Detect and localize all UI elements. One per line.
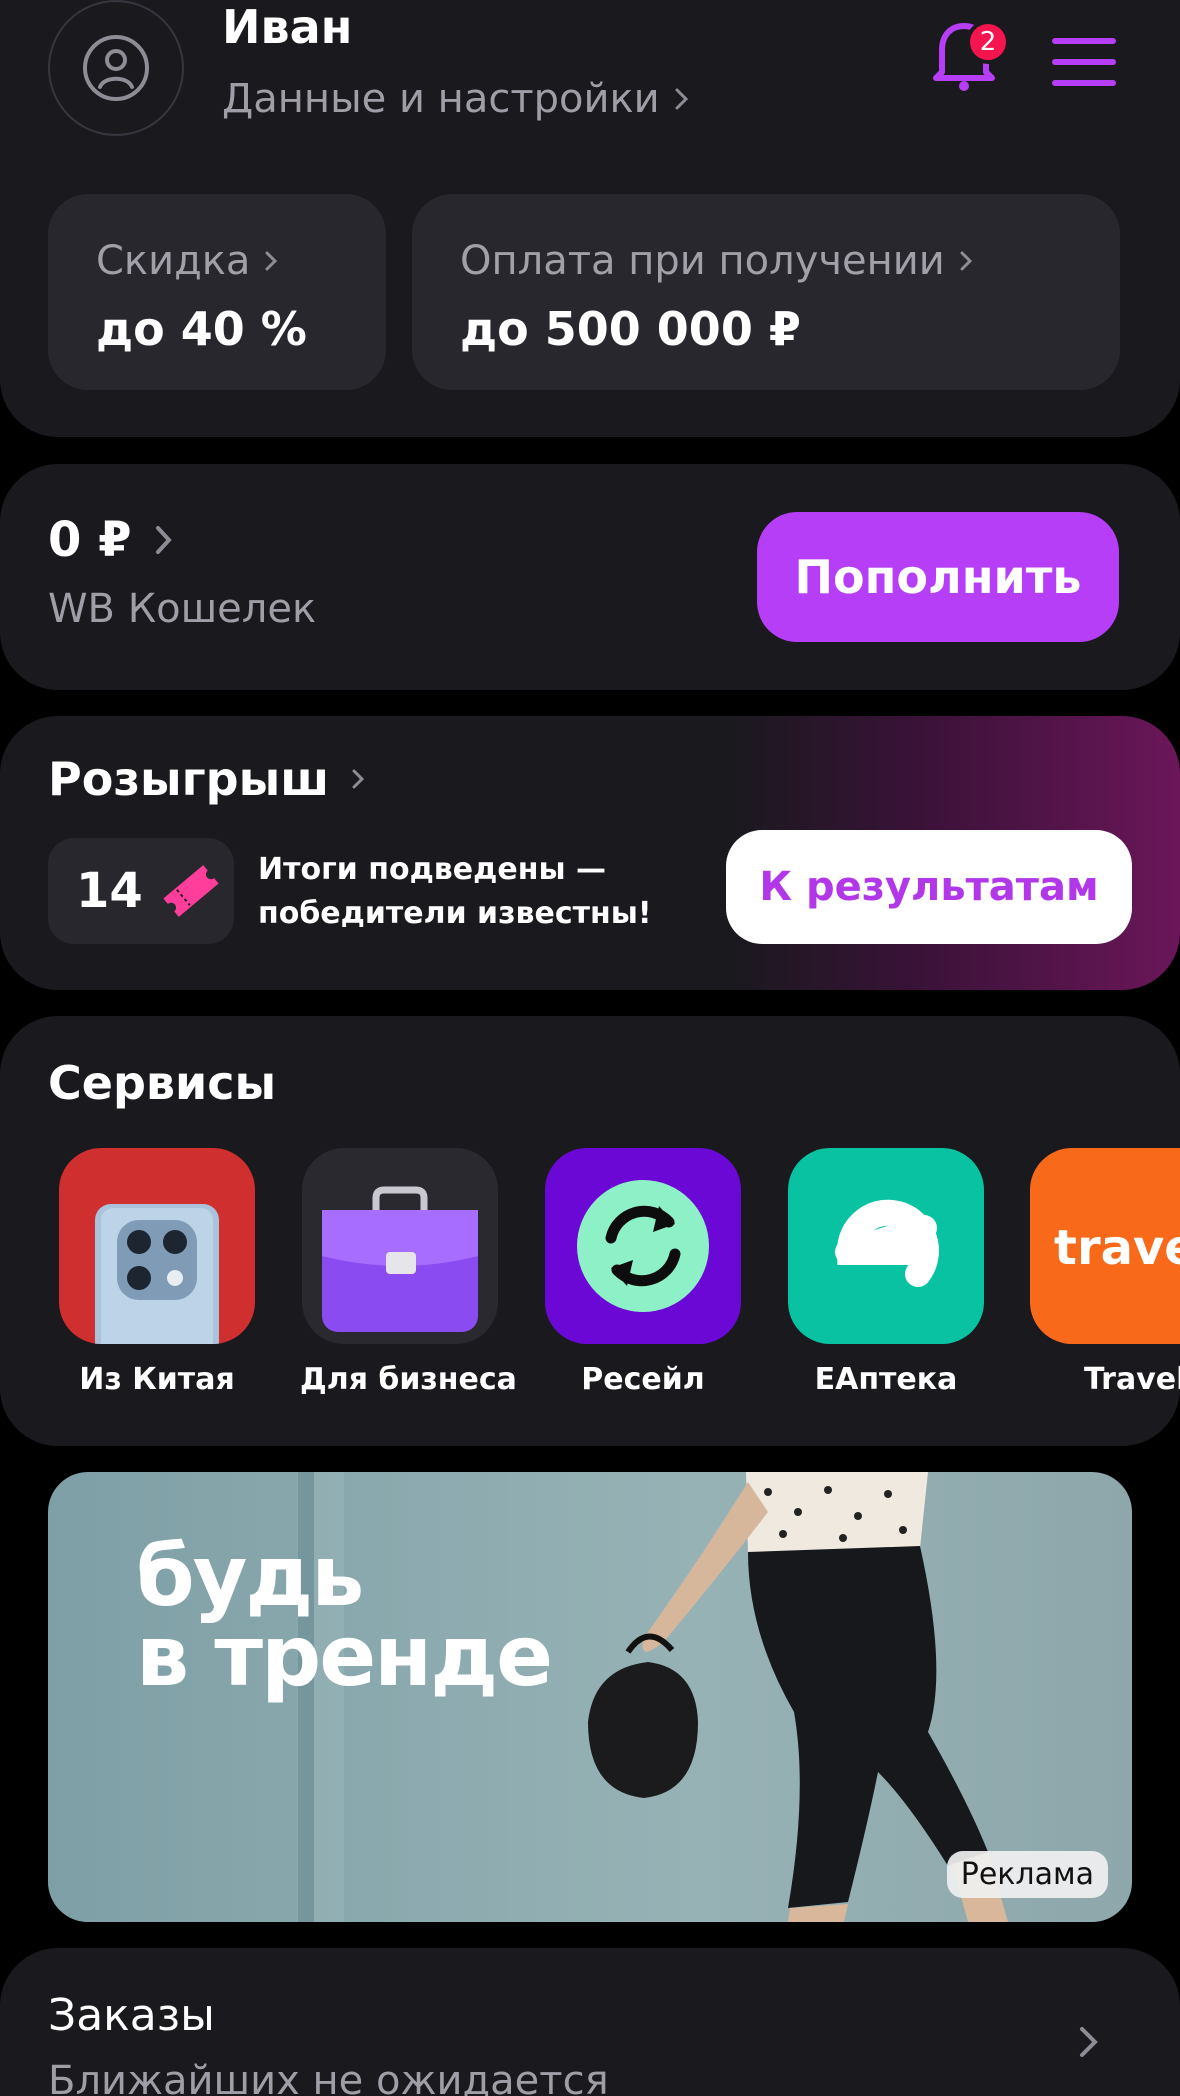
service-item-travel[interactable]: travel Travel: [1030, 1148, 1180, 1397]
e-logo-icon: [788, 1148, 984, 1344]
service-label: ЕАптека: [814, 1362, 958, 1397]
cod-limit-card[interactable]: Оплата при получении до 500 000 ₽: [412, 194, 1120, 390]
chevron-right-icon: [265, 251, 278, 271]
service-item-business[interactable]: Для бизнеса: [300, 1148, 517, 1397]
settings-link[interactable]: Данные и настройки: [222, 76, 690, 122]
service-item-china[interactable]: Из Китая: [57, 1148, 257, 1397]
orders-subtitle: Ближайших не ожидается: [48, 2058, 609, 2096]
topup-button[interactable]: Пополнить: [757, 512, 1119, 642]
ad-headline: будь в тренде: [136, 1527, 553, 1705]
ad-headline-line: в тренде: [136, 1607, 553, 1705]
chevron-right-icon: [675, 88, 688, 110]
travel-logo-icon: travel: [1030, 1148, 1180, 1344]
discount-label-row: Скидка: [96, 238, 278, 284]
wallet-label: WB Кошелек: [48, 586, 317, 632]
orders-card[interactable]: Заказы Ближайших не ожидается: [0, 1948, 1180, 2096]
raffle-title-link[interactable]: Розыгрыш: [48, 752, 365, 806]
wallet-card: 0 ₽ WB Кошелек Пополнить: [0, 464, 1180, 690]
exchange-icon: [545, 1148, 741, 1344]
wallet-balance: 0 ₽: [48, 512, 132, 568]
wallet-balance-link[interactable]: 0 ₽: [48, 512, 174, 568]
phone-icon: [59, 1148, 255, 1344]
ticket-counter: 14: [48, 838, 234, 944]
user-avatar-icon: [83, 35, 149, 101]
services-card: Сервисы Из Китая Для бизнеса Ресейл ЕАпт…: [0, 1016, 1180, 1446]
user-name: Иван: [222, 0, 353, 54]
discount-value: до 40 %: [96, 302, 307, 356]
raffle-status-text: Итоги подведены — победители известны!: [258, 852, 652, 931]
ad-headline-line: будь: [136, 1527, 364, 1625]
raffle-title: Розыгрыш: [48, 752, 330, 806]
services-title: Сервисы: [48, 1056, 277, 1110]
menu-icon[interactable]: [1052, 36, 1116, 88]
discount-card[interactable]: Скидка до 40 %: [48, 194, 386, 390]
chevron-right-icon: [352, 769, 365, 789]
briefcase-icon: [302, 1148, 498, 1344]
chevron-right-icon: [960, 251, 972, 271]
profile-card: Иван Данные и настройки 2 Скидка до 40 %…: [0, 0, 1180, 437]
travel-logo-text: travel: [1054, 1220, 1180, 1276]
ticket-icon: [163, 865, 219, 917]
results-button[interactable]: К результатам: [726, 830, 1132, 944]
discount-label: Скидка: [96, 238, 251, 284]
ticket-count: 14: [76, 863, 143, 919]
avatar[interactable]: [48, 0, 184, 136]
raffle-card: Розыгрыш 14 Итоги подведены — победители…: [0, 716, 1180, 990]
notification-badge: 2: [966, 20, 1010, 64]
service-label: Ресейл: [581, 1362, 705, 1397]
service-label: Из Китая: [79, 1362, 235, 1397]
ad-label: Реклама: [946, 1851, 1108, 1898]
settings-link-label: Данные и настройки: [222, 76, 660, 122]
service-item-resale[interactable]: Ресейл: [543, 1148, 743, 1397]
cod-value: до 500 000 ₽: [460, 302, 801, 356]
orders-title: Заказы: [48, 1990, 215, 2041]
service-label: Для бизнеса: [300, 1362, 517, 1397]
ad-banner[interactable]: будь в тренде Реклама: [48, 1472, 1132, 1922]
chevron-right-icon: [1080, 2027, 1098, 2057]
account-screen: Иван Данные и настройки 2 Скидка до 40 %…: [0, 0, 1180, 2096]
cod-label-row: Оплата при получении: [460, 238, 973, 284]
service-item-eapteka[interactable]: ЕАптека: [786, 1148, 986, 1397]
service-label: Travel: [1084, 1362, 1180, 1397]
cod-label: Оплата при получении: [460, 238, 945, 284]
chevron-right-icon: [155, 526, 172, 554]
